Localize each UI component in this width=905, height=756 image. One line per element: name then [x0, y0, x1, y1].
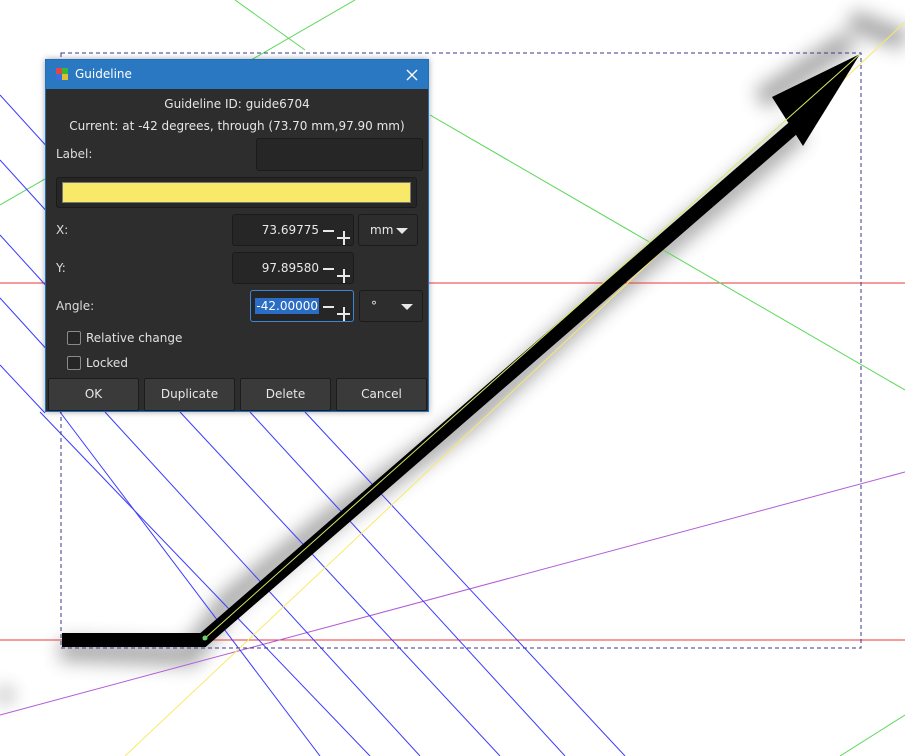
- ok-button[interactable]: OK: [48, 378, 139, 411]
- angle-unit-value: °: [371, 299, 377, 313]
- locked-checkbox[interactable]: [67, 356, 81, 370]
- y-label: Y:: [56, 261, 66, 275]
- close-icon: [406, 69, 418, 80]
- chevron-down-icon: [396, 228, 408, 234]
- inkscape-app-icon: [56, 68, 68, 80]
- x-decrement-icon[interactable]: [323, 230, 334, 232]
- relative-change-label: Relative change: [86, 331, 183, 345]
- unit-select[interactable]: mm: [358, 214, 418, 246]
- angle-increment-icon[interactable]: [336, 298, 352, 321]
- label-input[interactable]: [256, 138, 423, 171]
- y-increment-icon[interactable]: [336, 260, 352, 283]
- unit-value: mm: [370, 223, 394, 237]
- angle-label: Angle:: [56, 299, 95, 313]
- angle-decrement-icon[interactable]: [323, 306, 334, 308]
- x-value: 73.69775: [261, 223, 319, 237]
- dialog-title: Guideline: [75, 67, 132, 81]
- delete-button[interactable]: Delete: [240, 378, 331, 411]
- close-button[interactable]: [396, 60, 428, 89]
- current-position: Current: at -42 degrees, through (73.70 …: [69, 119, 405, 133]
- x-increment-icon[interactable]: [336, 222, 352, 245]
- angle-unit-select[interactable]: °: [359, 290, 423, 322]
- y-value: 97.89580: [261, 261, 319, 275]
- angle-spinbox[interactable]: -42.00000: [250, 290, 354, 322]
- duplicate-button[interactable]: Duplicate: [144, 378, 235, 411]
- color-swatch-button[interactable]: [56, 177, 417, 208]
- x-label: X:: [56, 223, 69, 237]
- guideline-id: Guideline ID: guide6704: [164, 97, 310, 111]
- guideline-dialog: Guideline Guideline ID: guide6704 Curren…: [45, 59, 429, 412]
- color-swatch: [62, 182, 411, 203]
- dialog-titlebar: Guideline: [46, 60, 428, 89]
- cancel-button[interactable]: Cancel: [336, 378, 427, 411]
- y-spinbox[interactable]: 97.89580: [232, 252, 354, 284]
- x-spinbox[interactable]: 73.69775: [232, 214, 354, 246]
- angle-value: -42.00000: [255, 298, 319, 314]
- chevron-down-icon: [401, 304, 413, 310]
- relative-change-checkbox[interactable]: [67, 331, 81, 345]
- y-decrement-icon[interactable]: [323, 268, 334, 270]
- label-label: Label:: [56, 147, 93, 161]
- locked-label: Locked: [86, 356, 128, 370]
